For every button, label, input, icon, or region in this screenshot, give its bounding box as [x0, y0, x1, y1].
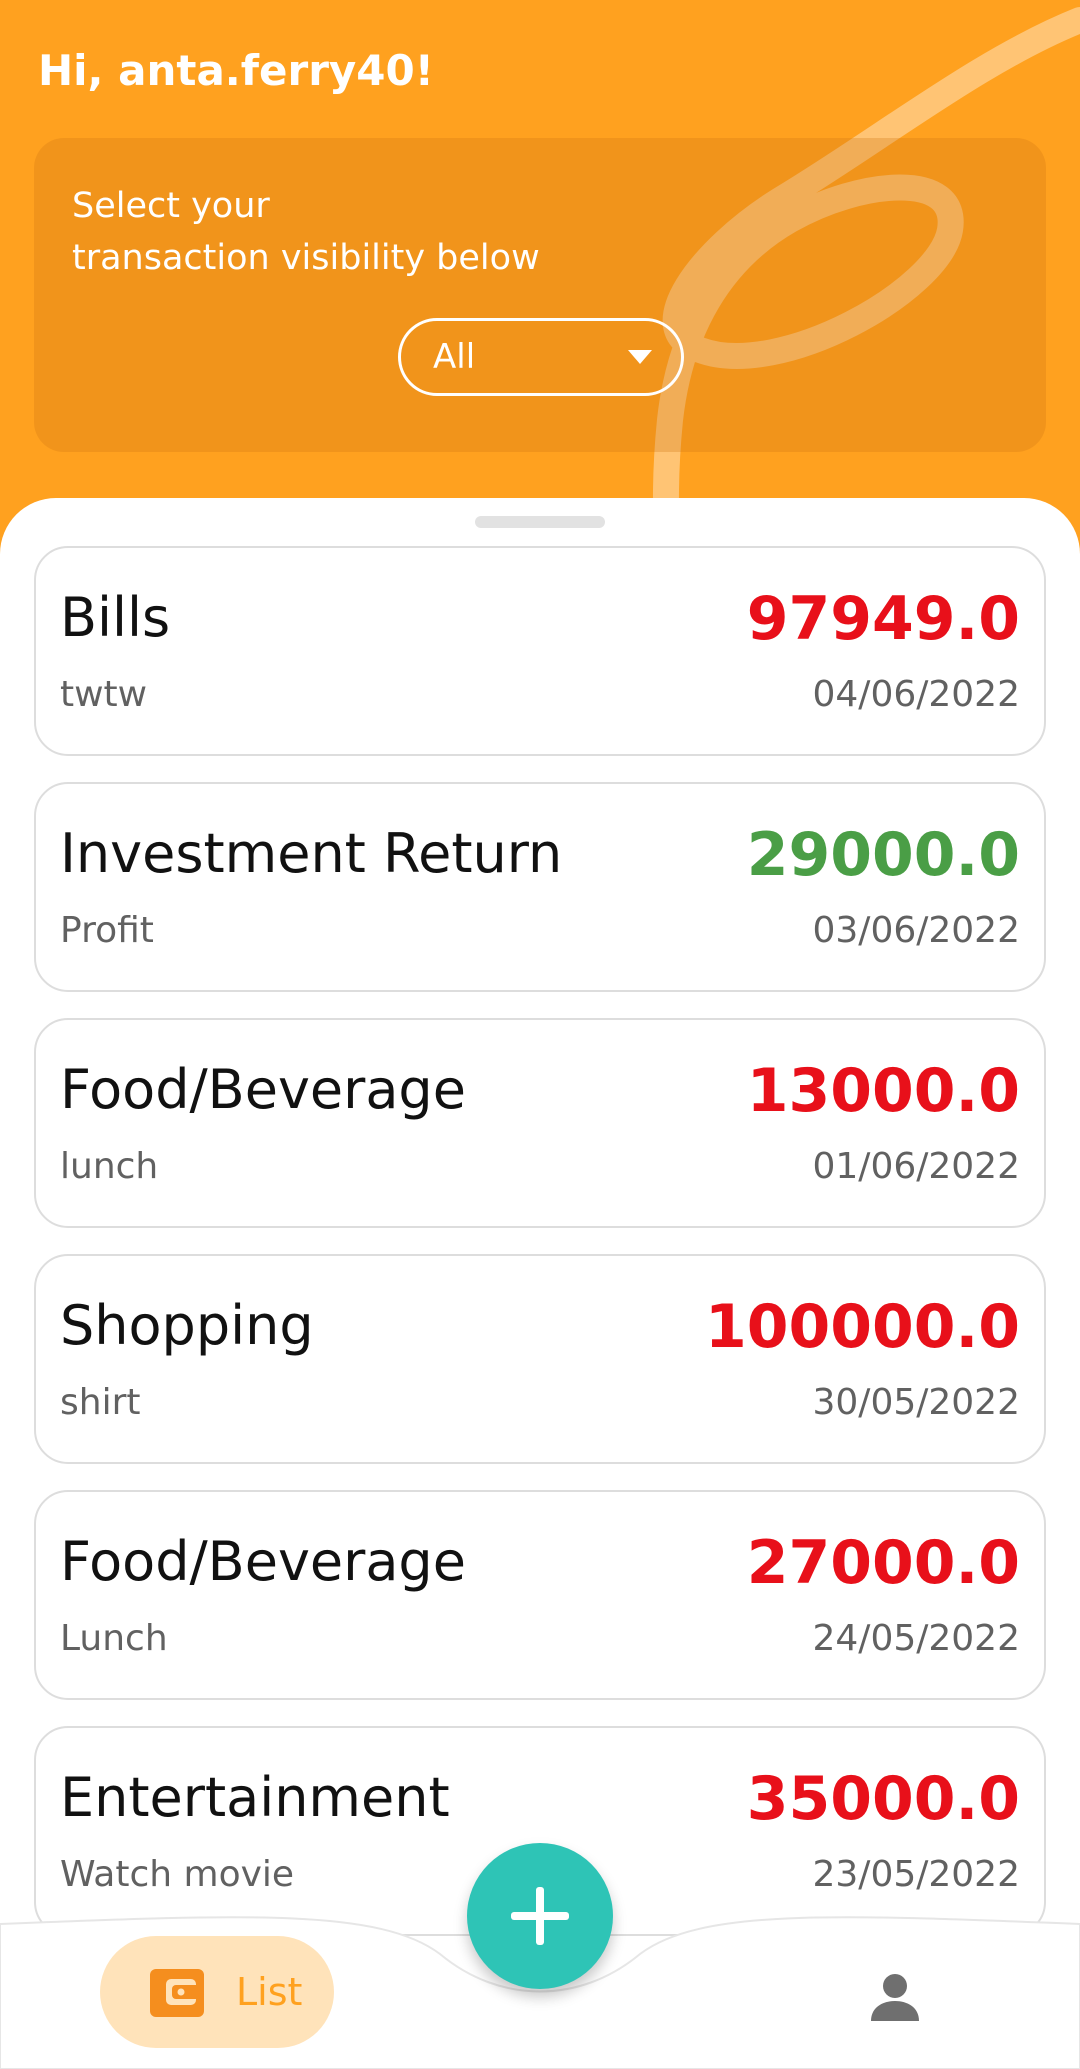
- transaction-note: shirt: [60, 1382, 141, 1423]
- transaction-card[interactable]: Food/Beverage Lunch 27000.0 24/05/2022: [34, 1490, 1046, 1700]
- transaction-card[interactable]: Shopping shirt 100000.0 30/05/2022: [34, 1254, 1046, 1464]
- transaction-note: Watch movie: [60, 1854, 295, 1895]
- wallet-icon: [150, 1969, 204, 2017]
- transaction-date: 24/05/2022: [812, 1618, 1021, 1659]
- transaction-note: Profit: [60, 910, 154, 951]
- header: Hi, anta.ferry40! Select your transactio…: [0, 0, 1080, 560]
- transaction-note: lunch: [60, 1146, 159, 1187]
- visibility-line-2: transaction visibility below: [72, 238, 540, 278]
- person-icon: [871, 1974, 919, 2021]
- transaction-date: 01/06/2022: [812, 1146, 1021, 1187]
- transaction-date: 03/06/2022: [812, 910, 1021, 951]
- visibility-instructions: Select your transaction visibility below: [72, 180, 540, 284]
- transaction-sheet: Bills twtw 97949.0 04/06/2022 Investment…: [0, 498, 1080, 2069]
- transaction-amount: 29000.0: [746, 820, 1020, 890]
- transaction-card[interactable]: Food/Beverage lunch 13000.0 01/06/2022: [34, 1018, 1046, 1228]
- transaction-list: Bills twtw 97949.0 04/06/2022 Investment…: [34, 546, 1046, 1962]
- drag-handle[interactable]: [475, 516, 605, 528]
- nav-list-tab[interactable]: List: [100, 1936, 334, 2048]
- transaction-category: Food/Beverage: [60, 1530, 466, 1593]
- greeting-title: Hi, anta.ferry40!: [38, 46, 434, 95]
- visibility-dropdown-value: All: [433, 337, 476, 377]
- transaction-category: Shopping: [60, 1294, 314, 1357]
- transaction-note: Lunch: [60, 1618, 168, 1659]
- transaction-amount: 27000.0: [746, 1528, 1020, 1598]
- transaction-date: 04/06/2022: [812, 674, 1021, 715]
- transaction-category: Food/Beverage: [60, 1058, 466, 1121]
- transaction-category: Bills: [60, 586, 171, 649]
- visibility-card: Select your transaction visibility below…: [34, 138, 1046, 452]
- nav-profile-tab[interactable]: [860, 1962, 930, 2032]
- caret-down-icon: [628, 350, 652, 364]
- transaction-amount: 97949.0: [746, 584, 1020, 654]
- transaction-category: Investment Return: [60, 822, 563, 885]
- transaction-card[interactable]: Bills twtw 97949.0 04/06/2022: [34, 546, 1046, 756]
- transaction-note: twtw: [60, 674, 148, 715]
- visibility-dropdown[interactable]: All: [398, 318, 684, 396]
- transaction-amount: 13000.0: [746, 1056, 1020, 1126]
- add-transaction-button[interactable]: [467, 1843, 613, 1989]
- transaction-category: Entertainment: [60, 1766, 450, 1829]
- plus-icon: [511, 1887, 569, 1945]
- nav-list-label: List: [236, 1970, 303, 2014]
- transaction-amount: 35000.0: [746, 1764, 1020, 1834]
- transaction-date: 30/05/2022: [812, 1382, 1021, 1423]
- transaction-amount: 100000.0: [704, 1292, 1020, 1362]
- transaction-card[interactable]: Investment Return Profit 29000.0 03/06/2…: [34, 782, 1046, 992]
- visibility-line-1: Select your: [72, 186, 270, 226]
- transaction-date: 23/05/2022: [812, 1854, 1021, 1895]
